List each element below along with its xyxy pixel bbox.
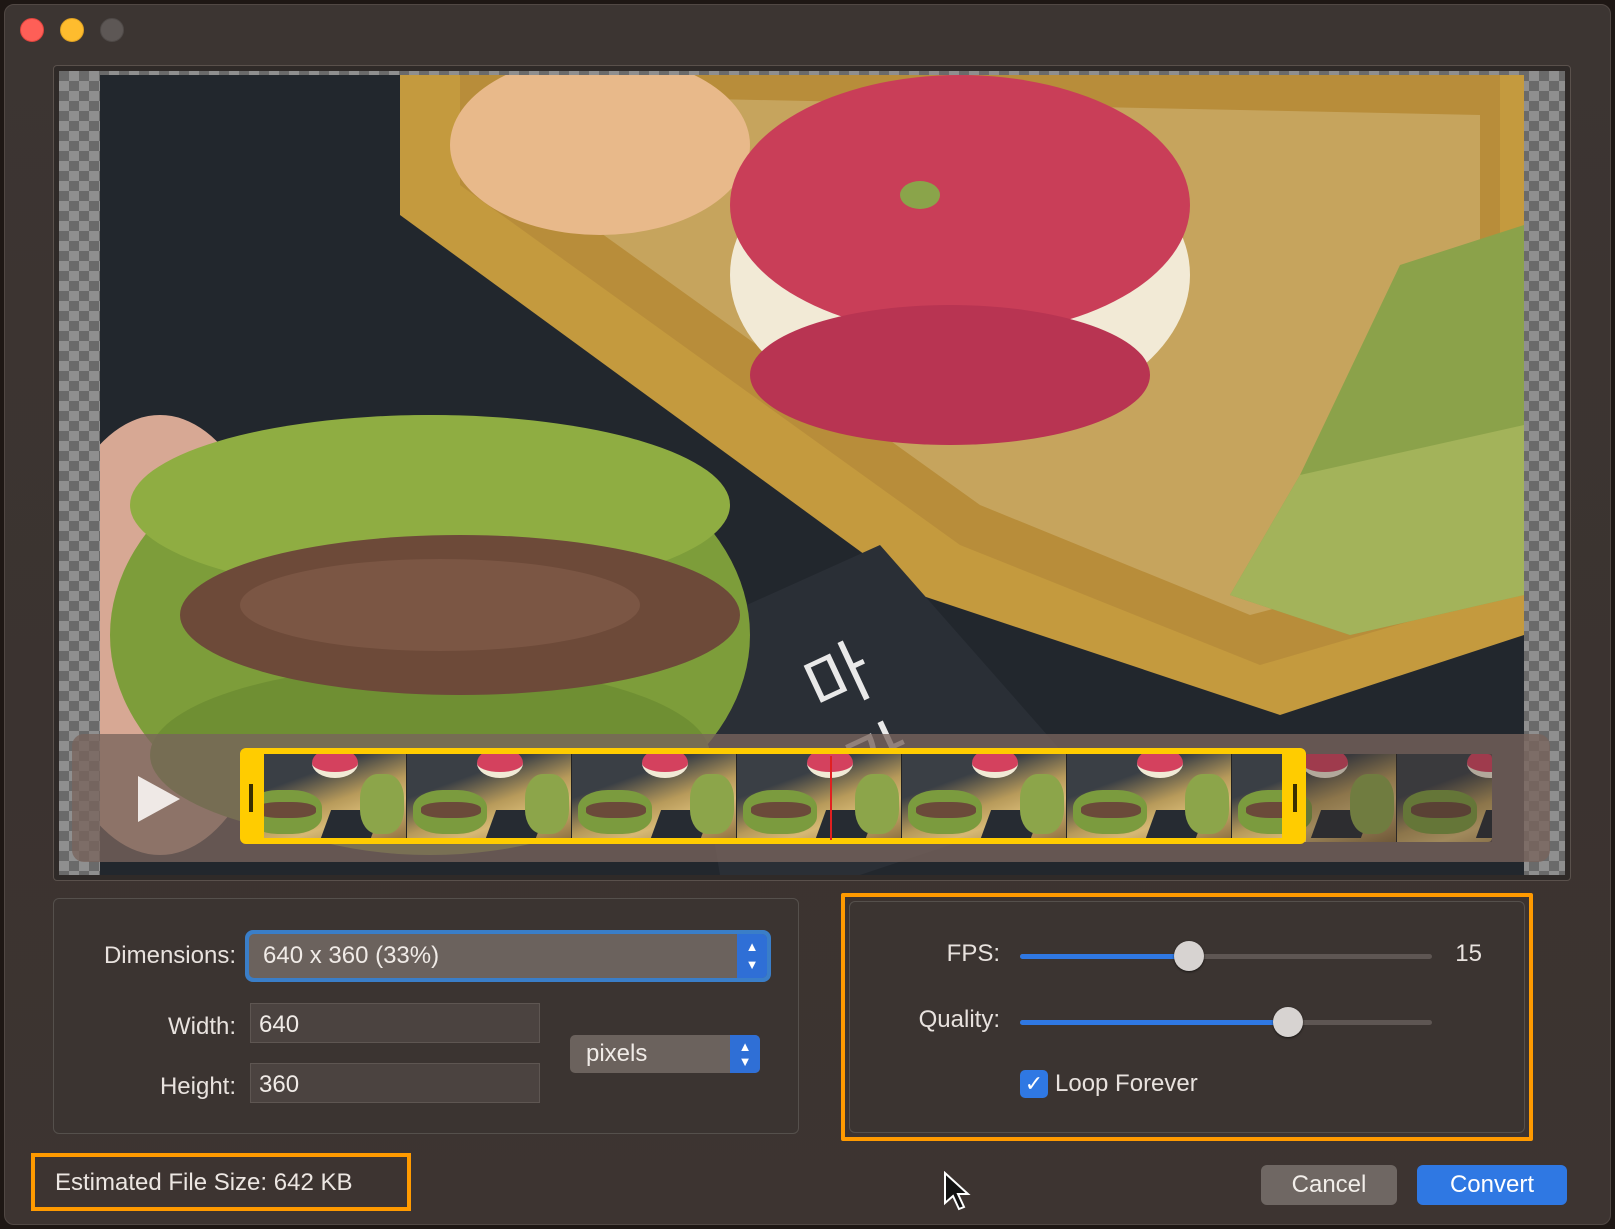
unit-select[interactable]: pixels ▲ ▼ — [570, 1035, 760, 1073]
trim-range-selector[interactable] — [240, 748, 1306, 844]
play-button[interactable] — [132, 774, 182, 824]
dimensions-chevron-icon: ▲ ▼ — [737, 934, 767, 978]
convert-button[interactable]: Convert — [1417, 1165, 1567, 1205]
close-window-button[interactable] — [20, 18, 44, 42]
unit-chevron-icon: ▲ ▼ — [730, 1035, 760, 1073]
cancel-button[interactable]: Cancel — [1261, 1165, 1397, 1205]
playback-settings-panel: FPS: 15 Quality: ✓ Loop Forever — [849, 901, 1525, 1133]
dimensions-label: Dimensions: — [103, 942, 236, 969]
dimensions-select-focus-ring: 640 x 360 (33%) ▲ ▼ — [245, 930, 771, 982]
dimensions-select[interactable]: 640 x 360 (33%) ▲ ▼ — [249, 934, 767, 978]
trim-controls-bar — [72, 734, 1550, 862]
playback-settings-highlight: FPS: 15 Quality: ✓ Loop Forever — [841, 893, 1533, 1141]
playhead-marker[interactable] — [830, 756, 832, 840]
gif-export-window: 마 카 — [4, 4, 1611, 1225]
width-label: Width: — [167, 1013, 236, 1040]
dimensions-selected-value: 640 x 360 (33%) — [263, 942, 440, 969]
loop-forever-checkbox[interactable]: ✓ — [1020, 1070, 1048, 1098]
fps-label: FPS: — [946, 940, 1000, 967]
fps-slider-fill — [1020, 954, 1189, 959]
width-field[interactable]: 640 — [250, 1003, 540, 1043]
fps-slider[interactable] — [1020, 941, 1432, 971]
quality-slider-knob[interactable] — [1273, 1007, 1303, 1037]
loop-forever-label[interactable]: Loop Forever — [1055, 1070, 1198, 1098]
estimated-size-highlight: Estimated File Size: 642 KB — [31, 1153, 411, 1211]
unit-selected-value: pixels — [586, 1040, 648, 1067]
video-preview-frame: 마 카 — [53, 65, 1571, 881]
mouse-pointer-icon — [944, 1171, 971, 1211]
trim-end-handle[interactable] — [1293, 784, 1297, 812]
fps-slider-knob[interactable] — [1174, 941, 1204, 971]
estimated-file-size: Estimated File Size: 642 KB — [55, 1169, 353, 1196]
dimensions-panel: Dimensions: 640 x 360 (33%) ▲ ▼ Width: 64… — [53, 898, 799, 1134]
trimmed-out-region — [1306, 754, 1492, 842]
height-field[interactable]: 360 — [250, 1063, 540, 1103]
quality-slider[interactable] — [1020, 1007, 1432, 1037]
quality-slider-fill — [1020, 1020, 1288, 1025]
quality-label: Quality: — [918, 1006, 1000, 1033]
minimize-window-button[interactable] — [60, 18, 84, 42]
fps-value: 15 — [1455, 940, 1482, 967]
trim-start-handle[interactable] — [249, 784, 253, 812]
height-label: Height: — [159, 1073, 236, 1100]
play-icon — [138, 776, 180, 822]
zoom-window-button[interactable] — [100, 18, 124, 42]
